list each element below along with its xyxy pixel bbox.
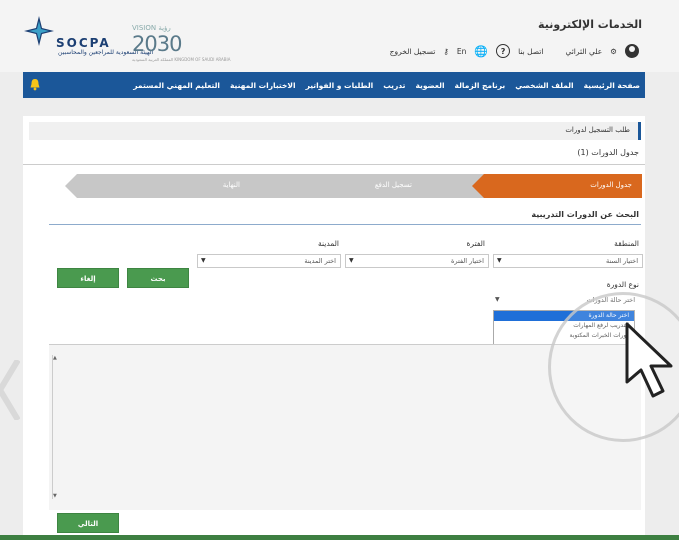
chevron-down-icon: ▼	[201, 257, 206, 264]
region-label: المنطقة	[614, 239, 639, 248]
vision-number: 2030	[132, 32, 182, 56]
next-button[interactable]: التالي	[57, 513, 119, 533]
scroll-up-icon[interactable]: ▲	[53, 355, 57, 361]
divider	[23, 164, 645, 165]
nav-requests-invoices[interactable]: الطلبات و الفواتير	[301, 81, 379, 90]
scroll-down-icon[interactable]: ▼	[53, 493, 57, 499]
wizard-steps: جدول الدورات تسجيل الدفع النهاية	[65, 174, 642, 198]
nav-profile[interactable]: الملف الشخصي	[510, 81, 578, 90]
city-label: المدينة	[317, 239, 339, 248]
period-label: الفترة	[466, 239, 486, 248]
chevron-down-icon: ▼	[497, 257, 502, 264]
chevron-down-icon: ▼	[495, 296, 500, 303]
page-header-title: الخدمات الإلكترونية	[538, 18, 642, 31]
vision-label: VISION	[132, 24, 157, 32]
step-payment: تسجيل الدفع	[374, 181, 412, 189]
gear-icon[interactable]: ⚙	[610, 47, 617, 56]
region-select[interactable]: اختيار السنة ▼	[493, 254, 643, 268]
city-value: اختر المدينة	[304, 257, 336, 265]
main-nav: صفحة الرئيسية الملف الشخصي برنامج الزمال…	[23, 72, 645, 98]
step-end: النهاية	[222, 181, 240, 189]
nav-home[interactable]: صفحة الرئيسية	[579, 81, 645, 90]
nav-cpe[interactable]: التعليم المهني المستمر	[128, 81, 225, 90]
star-logo-icon	[24, 16, 54, 46]
bottom-bar	[0, 535, 679, 540]
nav-fellowship[interactable]: برنامج الزمالة	[450, 81, 511, 90]
logout-link[interactable]: تسجيل الخروج	[390, 47, 436, 56]
nav-membership[interactable]: العضوية	[410, 81, 449, 90]
help-icon[interactable]: ?	[496, 44, 511, 58]
socpa-logo[interactable]: SOCPA الهيئة السعودية للمراجعين والمحاسب…	[24, 16, 230, 62]
chevron-down-icon: ▼	[349, 257, 354, 264]
user-icon[interactable]	[625, 44, 639, 58]
course-type-label: نوع الدورة	[606, 280, 639, 289]
search-button[interactable]: بحث	[127, 268, 189, 288]
bell-icon[interactable]	[29, 78, 41, 91]
period-value: اختيار الفترة	[451, 257, 484, 265]
period-select[interactable]: اختيار الفترة ▼	[345, 254, 489, 268]
divider	[49, 224, 641, 225]
nav-training[interactable]: تدريب	[378, 81, 410, 90]
city-select[interactable]: اختر المدينة ▼	[197, 254, 341, 268]
vision-subtitle: المملكة العربية السعودية KINGDOM OF SAUD…	[132, 57, 231, 62]
logo-text: SOCPA	[56, 36, 111, 50]
logout-icon[interactable]: ⚷	[443, 47, 449, 56]
mouse-cursor-icon	[625, 322, 673, 398]
search-section-title: البحث عن الدورات التدريبية	[531, 210, 639, 219]
contact-link[interactable]: اتصل بنا	[518, 47, 543, 56]
language-link[interactable]: En	[457, 47, 467, 56]
vision-2030-logo: VISION رؤية 2030 المملكة العربية السعودي…	[132, 24, 230, 64]
globe-icon[interactable]: 🌐	[474, 45, 488, 58]
vision-top-ar: رؤية	[158, 24, 171, 32]
top-links: ⚙ علي الثرائي اتصل بنا ? 🌐 En ⚷ تسجيل ال…	[390, 44, 639, 58]
region-value: اختيار السنة	[606, 257, 638, 265]
user-name[interactable]: علي الثرائي	[565, 47, 602, 56]
arrow-left-icon	[0, 360, 20, 420]
nav-exams[interactable]: الاختبارات المهنية	[225, 81, 301, 90]
header: SOCPA الهيئة السعودية للمراجعين والمحاسب…	[0, 0, 679, 72]
step-schedule: جدول الدورات	[590, 181, 632, 189]
scrollbar[interactable]: ▲ ▼	[52, 355, 59, 499]
section-title: جدول الدورات (1)	[577, 148, 639, 157]
page-title: طلب التسجيل لدورات	[29, 122, 641, 140]
cancel-button[interactable]: إلغاء	[57, 268, 119, 288]
